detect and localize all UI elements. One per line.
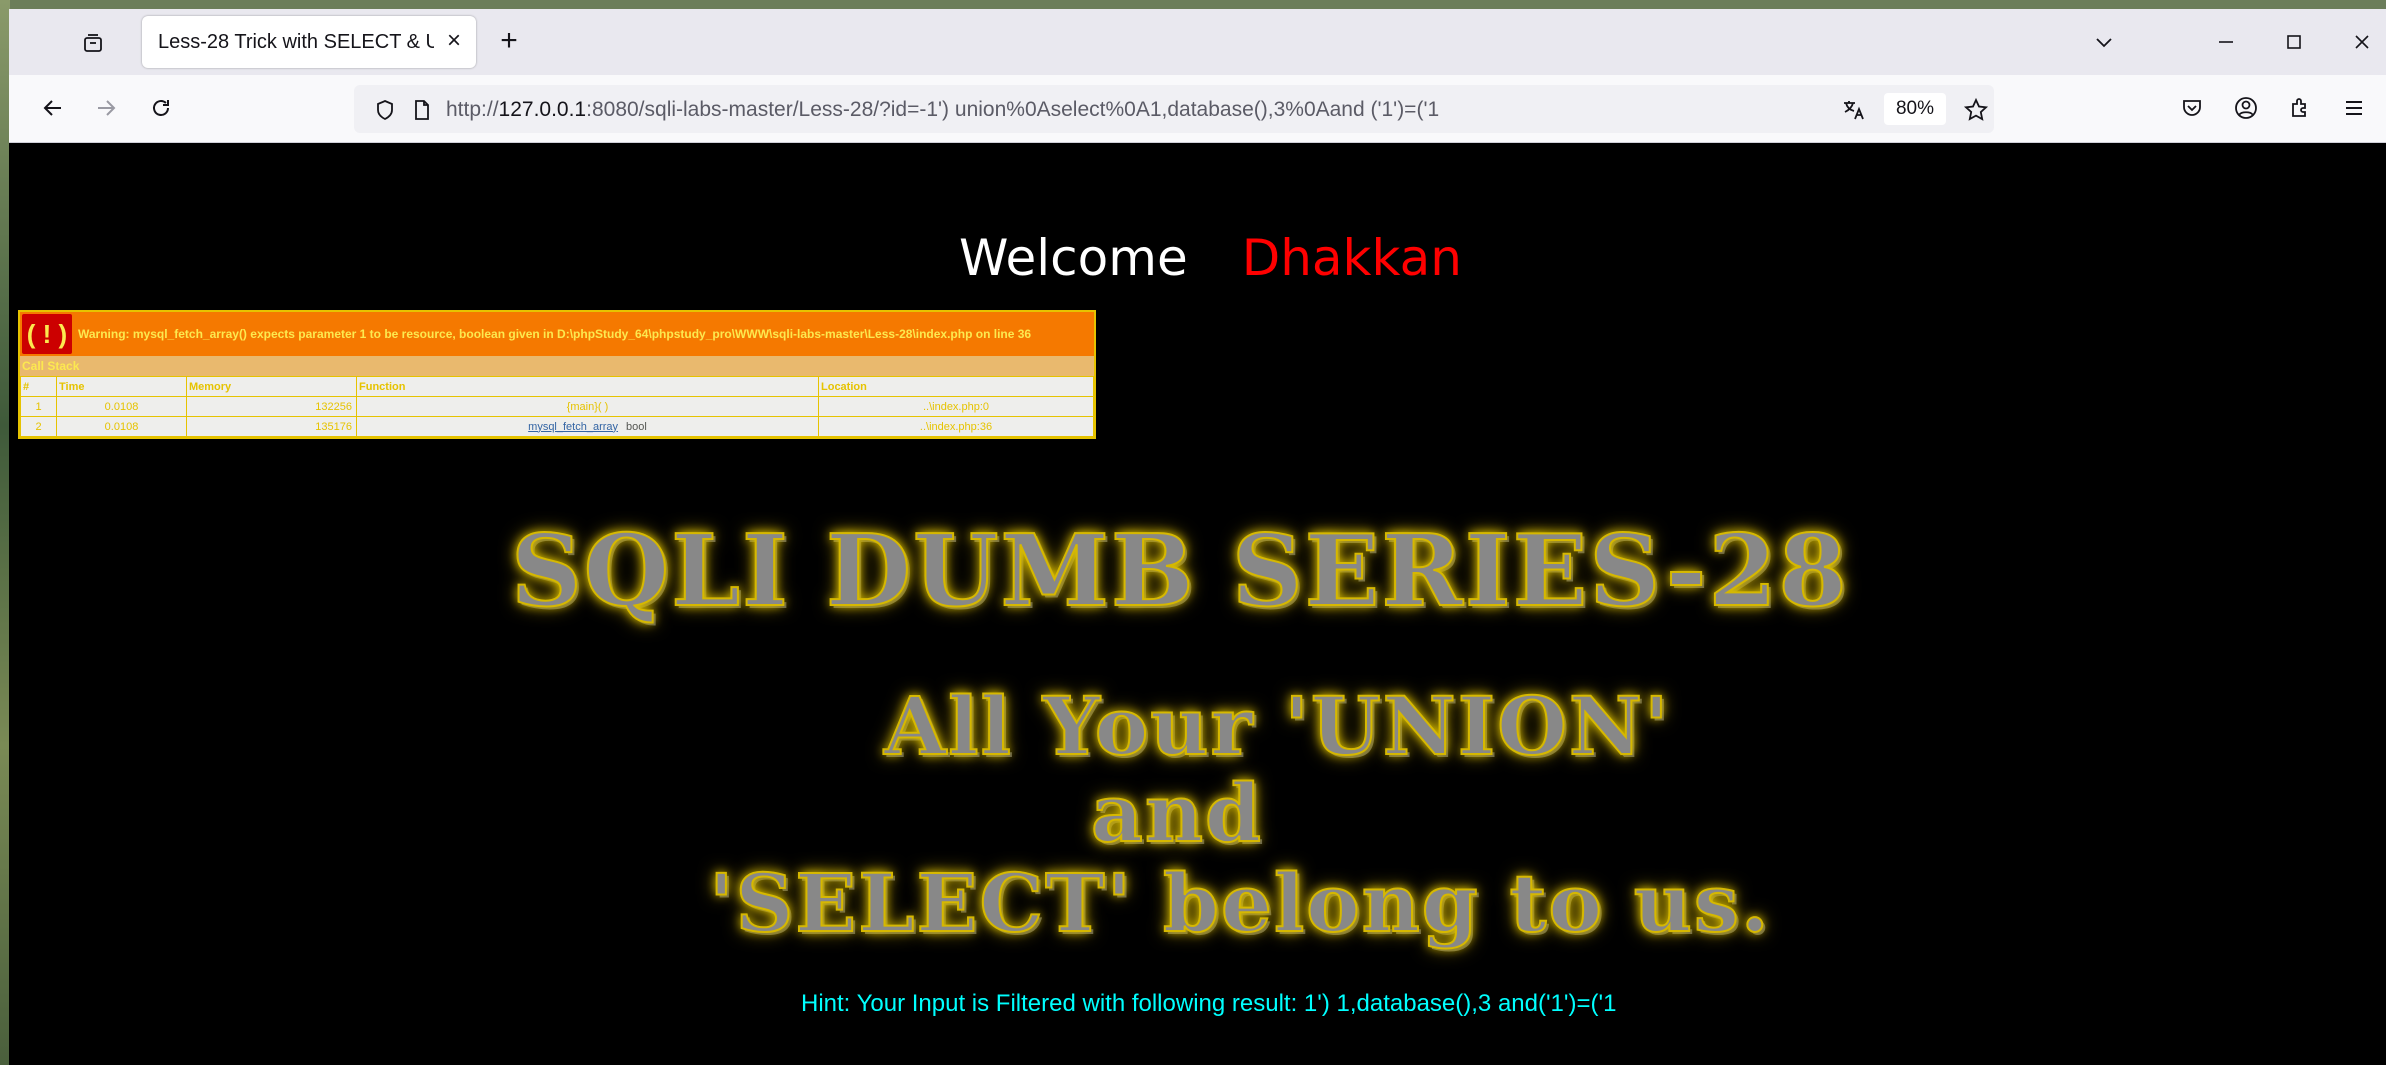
- browser-window: Less-28 Trick with SELECT & UNION × +: [9, 9, 2386, 1065]
- table-row: 1 0.0108 132256 {main}( ) ..\index.php:0: [20, 396, 1094, 417]
- filter-hint: Hint: Your Input is Filtered with follow…: [801, 990, 1617, 1017]
- account-icon[interactable]: [2229, 91, 2263, 125]
- table-row: 2 0.0108 135176 mysql_fetch_array bool ..…: [20, 416, 1094, 437]
- chevron-down-icon[interactable]: [2089, 27, 2119, 57]
- function-arg: bool: [626, 420, 647, 433]
- star-icon[interactable]: [1963, 97, 1989, 123]
- user-name: Dhakkan: [1241, 229, 1462, 287]
- minimize-icon[interactable]: [2211, 27, 2241, 57]
- extensions-icon[interactable]: [2283, 91, 2317, 125]
- tab-list-icon[interactable]: [79, 29, 107, 57]
- banner-line-and: and: [1090, 765, 1263, 861]
- banner-title: SQLI DUMB SERIES-28: [510, 513, 1849, 630]
- table-cell: 1: [20, 396, 57, 417]
- address-bar[interactable]: http://127.0.0.1:8080/sqli-labs-master/L…: [354, 85, 1994, 133]
- warning-icon: ( ! ): [22, 314, 72, 354]
- column-header: Memory: [186, 376, 357, 397]
- welcome-text: Welcome: [959, 229, 1188, 287]
- url-text[interactable]: http://127.0.0.1:8080/sqli-labs-master/L…: [446, 98, 1439, 122]
- page-icon[interactable]: [409, 97, 435, 123]
- table-cell: 132256: [186, 396, 357, 417]
- close-icon[interactable]: ×: [442, 27, 466, 54]
- call-stack-table: # Time Memory Function Location 1 0.0108…: [20, 376, 1094, 437]
- column-header: #: [20, 376, 57, 397]
- banner-line-select: 'SELECT' belong to us.: [708, 855, 1771, 951]
- table-cell: ..\index.php:36: [818, 416, 1094, 437]
- function-link[interactable]: mysql_fetch_array: [528, 421, 618, 433]
- window-close-icon[interactable]: [2347, 27, 2377, 57]
- table-header-row: # Time Memory Function Location: [20, 376, 1094, 397]
- shield-icon[interactable]: [372, 97, 398, 123]
- call-stack-label: Call Stack: [20, 356, 1094, 376]
- maximize-icon[interactable]: [2279, 27, 2309, 57]
- php-warning-box: ( ! ) Warning: mysql_fetch_array() expec…: [18, 310, 1096, 439]
- forward-arrow-icon[interactable]: [89, 91, 123, 125]
- table-cell: 0.0108: [56, 396, 187, 417]
- table-cell: 2: [20, 416, 57, 437]
- translate-icon[interactable]: [1841, 97, 1867, 123]
- reload-icon[interactable]: [144, 91, 178, 125]
- column-header: Function: [356, 376, 819, 397]
- warning-message: Warning: mysql_fetch_array() expects par…: [78, 327, 1032, 341]
- tab-active[interactable]: Less-28 Trick with SELECT & UNION ×: [142, 16, 476, 68]
- navigation-toolbar: http://127.0.0.1:8080/sqli-labs-master/L…: [9, 75, 2386, 143]
- back-arrow-icon[interactable]: [36, 91, 70, 125]
- table-cell: ..\index.php:0: [818, 396, 1094, 417]
- warning-header: ( ! ) Warning: mysql_fetch_array() expec…: [20, 312, 1094, 356]
- table-cell: 0.0108: [56, 416, 187, 437]
- table-cell: 135176: [186, 416, 357, 437]
- zoom-indicator[interactable]: 80%: [1884, 93, 1946, 125]
- banner-line-union: All Your 'UNION': [883, 678, 1671, 774]
- page-content: Welcome Dhakkan ( ! ) Warning: mysql_fetc…: [9, 144, 2386, 1065]
- table-cell: mysql_fetch_array bool: [356, 416, 819, 437]
- plus-icon[interactable]: +: [494, 26, 524, 57]
- pocket-icon[interactable]: [2175, 91, 2209, 125]
- table-cell: {main}( ): [356, 396, 819, 417]
- column-header: Time: [56, 376, 187, 397]
- hamburger-menu-icon[interactable]: [2337, 91, 2371, 125]
- tab-title: Less-28 Trick with SELECT & UNION: [158, 31, 434, 53]
- welcome-heading: Welcome Dhakkan: [959, 229, 1462, 287]
- column-header: Location: [818, 376, 1094, 397]
- tab-strip: Less-28 Trick with SELECT & UNION × +: [9, 9, 2386, 75]
